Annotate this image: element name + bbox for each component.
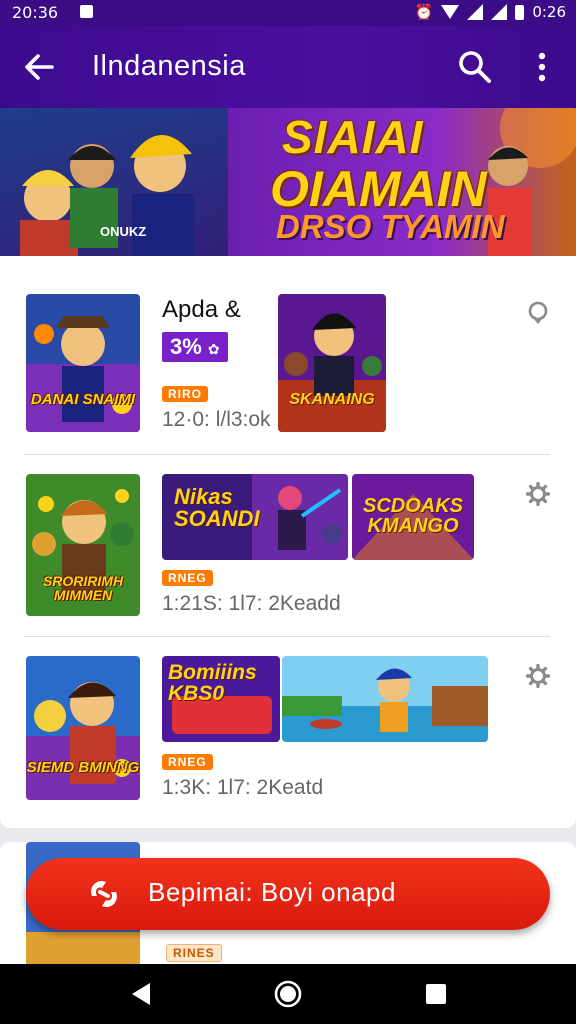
leaf-icon: ✿	[207, 341, 220, 357]
gear-icon[interactable]	[526, 664, 550, 688]
cta-label: Bepimai: Boyi onapd	[148, 877, 396, 907]
list-divider	[24, 636, 550, 637]
app-thumbnail[interactable]: SIEMD BMINNG	[26, 656, 140, 800]
battery-icon	[515, 4, 525, 20]
screenshot-preview[interactable]: Nikas SOANDI	[162, 474, 348, 560]
discount-badge: 3% ✿	[162, 332, 228, 362]
screenshot-caption: SKANAING	[289, 391, 375, 408]
nav-home-icon[interactable]	[274, 980, 302, 1008]
status-time: 20:36	[12, 3, 59, 22]
wifi-icon	[441, 5, 460, 19]
status-icons: ⏰ 0:26	[415, 3, 566, 21]
primary-cta-button[interactable]: Bepimai: Boyi onapd	[26, 858, 550, 930]
list-item[interactable]: DANAI SNAIMI Apda & 3% ✿ RIRO 12·0: l/l3…	[0, 286, 576, 470]
screenshot-preview[interactable]: SKANAING	[278, 294, 386, 432]
status-time-right: 0:26	[532, 3, 566, 21]
brand-logo-icon	[91, 880, 117, 908]
app-list-card: DANAI SNAIMI Apda & 3% ✿ RIRO 12·0: l/l3…	[0, 256, 576, 828]
app-meta: 1:3K: 1l7: 2Keatd	[162, 776, 324, 799]
app-thumbnail[interactable]: DANAI SNAIMI	[26, 294, 140, 432]
category-pill: RIRO	[162, 386, 208, 402]
category-pill: RNEG	[162, 754, 213, 770]
screenshot-caption: SCDOAKS KMANGO	[362, 495, 463, 537]
arrow-left-icon[interactable]	[22, 50, 56, 84]
alarm-icon: ⏰	[414, 3, 434, 21]
signal-icon-2	[491, 4, 508, 20]
screenshot-preview[interactable]: SCDOAKS KMANGO	[352, 474, 474, 560]
nav-recents-icon[interactable]	[422, 980, 450, 1008]
thumbnail-caption: DANAI SNAIMI	[30, 391, 136, 408]
system-nav-bar	[0, 964, 576, 1024]
gear-icon[interactable]	[526, 482, 550, 506]
screenshot-caption: Nikas SOANDI	[174, 484, 260, 531]
app-thumbnail[interactable]: SRORIRIMH MIMMEN	[26, 474, 140, 616]
location-pin-icon[interactable]	[526, 300, 550, 324]
nav-back-icon[interactable]	[128, 980, 156, 1008]
status-bar: 20:36 ⏰ 0:26	[0, 0, 576, 26]
app-name: Apda &	[162, 296, 241, 323]
screenshot-preview[interactable]	[282, 656, 488, 742]
app-title: Ilndanensia	[92, 50, 246, 82]
thumbnail-caption: SRORIRIMH MIMMEN	[42, 573, 124, 603]
notification-icon	[80, 5, 93, 18]
more-vert-icon[interactable]	[530, 50, 554, 84]
app-bar: Ilndanensia	[0, 26, 576, 108]
signal-icon	[467, 4, 484, 20]
list-item[interactable]: SRORIRIMH MIMMEN Nikas SOANDI SCDOAKS KM…	[0, 468, 576, 652]
category-pill: RINES	[166, 944, 222, 962]
search-icon[interactable]	[456, 48, 494, 86]
app-meta: 1:21S: 1l7: 2Keadd	[162, 592, 341, 615]
thumbnail-caption: SIEMD BMINNG	[26, 759, 140, 776]
screenshot-caption: Bomiiins KBS0	[168, 661, 257, 705]
category-pill: RNEG	[162, 570, 213, 586]
screenshot-preview[interactable]: Bomiiins KBS0	[162, 656, 280, 742]
banner-title-line-1: SIAIAI	[282, 111, 424, 163]
list-divider	[24, 454, 550, 455]
app-meta: 12·0: l/l3:ok	[162, 408, 271, 431]
list-item[interactable]: SIEMD BMINNG Bomiiins KBS0 RNEG 1:3K: 1l…	[0, 650, 576, 834]
promo-banner[interactable]: SIAIAI OIAMAIN DRSO TYAMIN ONUKZ	[0, 108, 576, 256]
banner-tag: ONUKZ	[100, 224, 147, 239]
banner-title-line-3: DRSO TYAMIN	[276, 208, 505, 245]
